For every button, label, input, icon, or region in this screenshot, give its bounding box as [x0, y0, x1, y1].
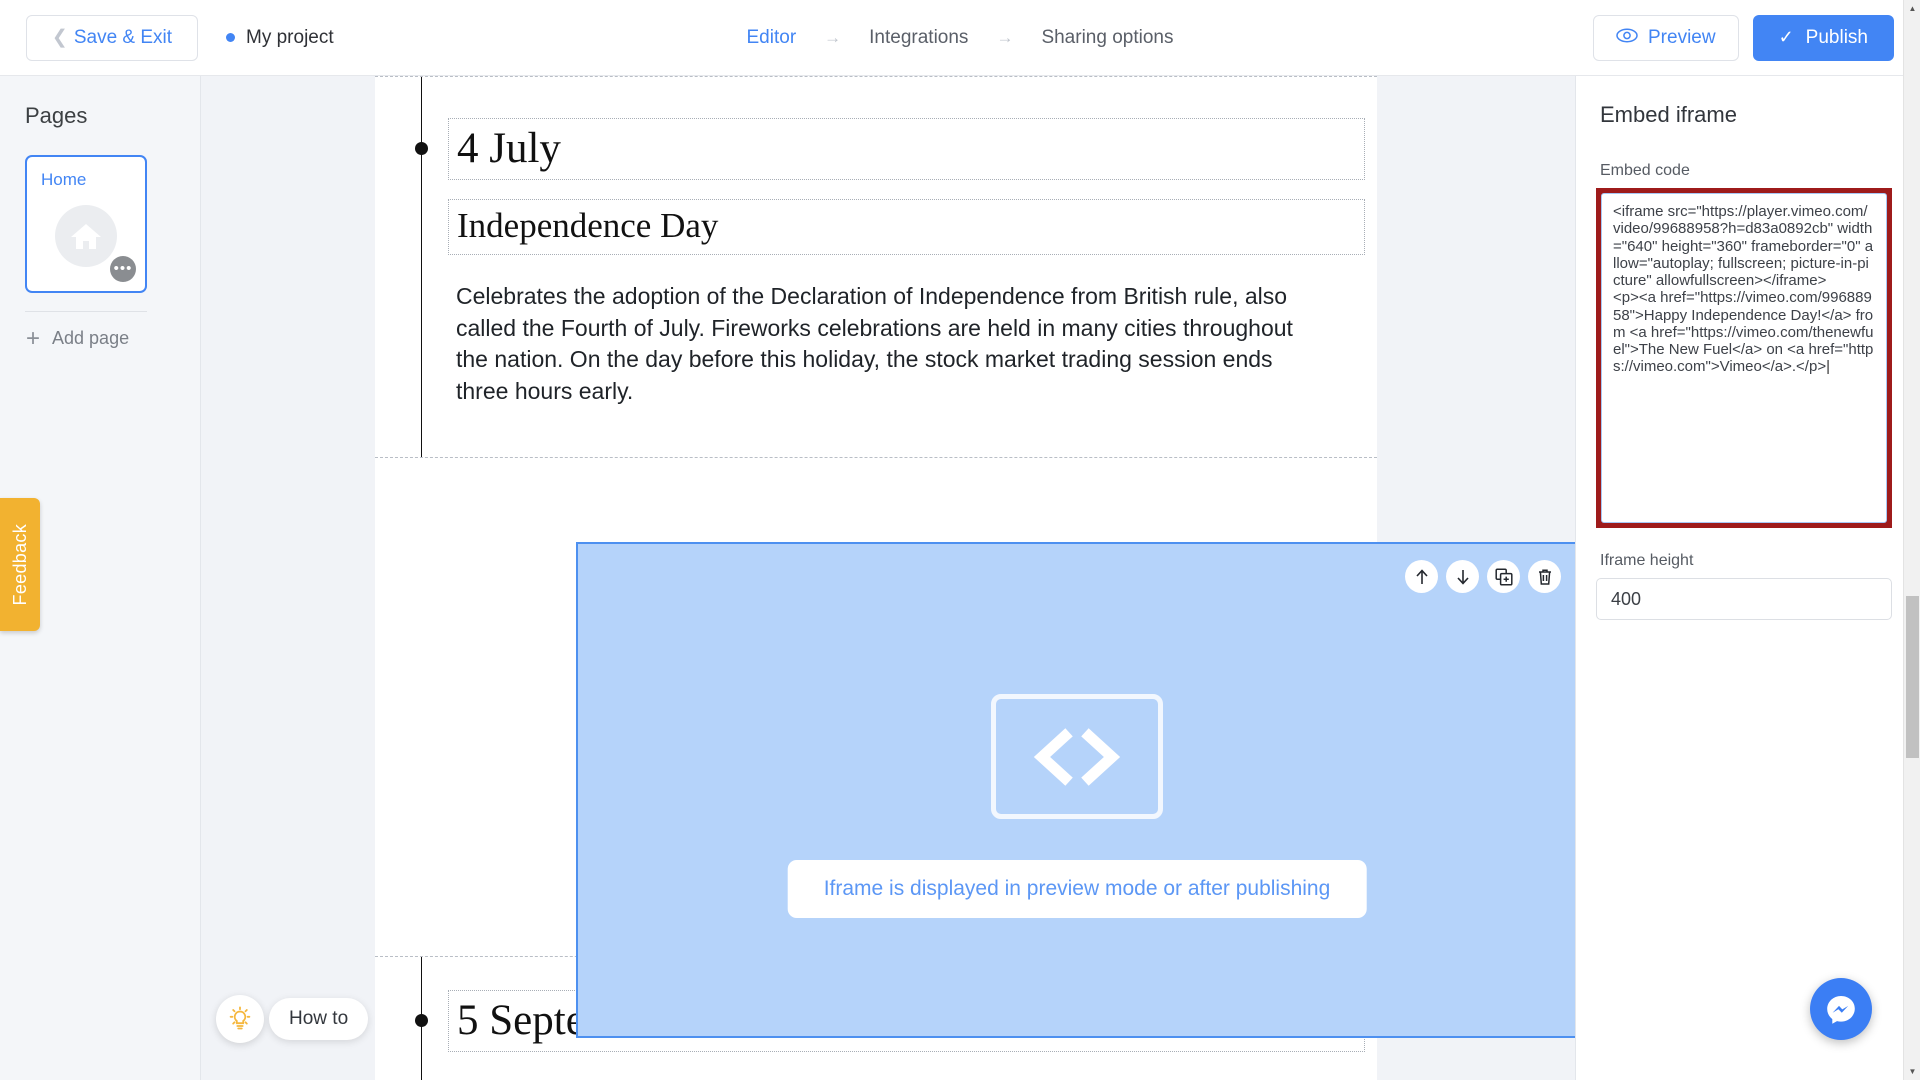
block-toolbar	[1405, 560, 1561, 593]
status-dot-icon	[226, 33, 235, 42]
sidebar-divider	[25, 311, 147, 312]
duplicate-button[interactable]	[1487, 560, 1520, 593]
add-page-label: Add page	[52, 328, 130, 348]
iframe-embed-block[interactable]: Iframe is displayed in preview mode or a…	[576, 542, 1575, 1038]
breadcrumb-item-editor[interactable]: Editor	[747, 27, 797, 49]
breadcrumb-item-integrations[interactable]: Integrations	[869, 27, 968, 49]
move-up-button[interactable]	[1405, 560, 1438, 593]
feedback-tab[interactable]: Feedback	[0, 498, 40, 631]
arrow-right-icon: →	[996, 27, 1014, 47]
arrow-right-icon: →	[824, 27, 842, 47]
check-icon: ✓	[1778, 27, 1794, 47]
publish-label: Publish	[1805, 26, 1868, 48]
home-icon	[55, 205, 117, 267]
timeline-line	[421, 77, 422, 457]
content-block-july[interactable]: 4 July Independence Day Celebrates the a…	[375, 76, 1377, 458]
title-heading-zone[interactable]: Independence Day	[448, 199, 1365, 255]
scrollbar-thumb[interactable]	[1906, 596, 1919, 758]
editor-canvas: 4 July Independence Day Celebrates the a…	[201, 76, 1575, 1080]
messenger-icon	[1827, 996, 1855, 1024]
save-and-exit-button[interactable]: ❮ Save & Exit	[26, 14, 198, 61]
date-heading-zone[interactable]: 4 July	[448, 118, 1365, 180]
embed-code-textarea[interactable]: <iframe src="https://player.vimeo.com/vi…	[1601, 193, 1887, 523]
publish-button[interactable]: ✓ Publish	[1752, 14, 1894, 61]
panel-title: Embed iframe	[1600, 102, 1737, 127]
feedback-label: Feedback	[9, 523, 30, 606]
sidebar-item-home[interactable]: Home •••	[25, 155, 147, 293]
timeline-bullet	[415, 1014, 428, 1027]
page-options-button[interactable]: •••	[110, 256, 136, 282]
move-down-button[interactable]	[1446, 560, 1479, 593]
preview-label: Preview	[1648, 26, 1716, 48]
embed-code-label: Embed code	[1600, 162, 1690, 179]
project-indicator: My project	[226, 27, 334, 49]
embed-code-highlight: <iframe src="https://player.vimeo.com/vi…	[1596, 188, 1892, 528]
chevron-left-icon: ❮	[51, 27, 68, 48]
save-and-exit-label: Save & Exit	[73, 26, 173, 48]
iframe-height-label: Iframe height	[1600, 552, 1694, 569]
messenger-button[interactable]	[1810, 978, 1872, 1040]
block-body-zone[interactable]: Celebrates the adoption of the Declarati…	[448, 279, 1337, 407]
eye-icon	[1616, 27, 1638, 49]
sidebar-title: Pages	[25, 103, 88, 128]
how-to-button[interactable]: How to	[216, 995, 369, 1043]
how-to-label: How to	[269, 998, 369, 1040]
block-title: Independence Day	[457, 206, 719, 245]
block-body: Celebrates the adoption of the Declarati…	[456, 283, 1293, 404]
delete-button[interactable]	[1528, 560, 1561, 593]
embed-iframe-panel: Embed iframe Embed code <iframe src="htt…	[1575, 76, 1903, 1080]
app-root: ❮ Save & Exit My project Editor → Integr…	[0, 0, 1920, 1080]
plus-icon: +	[26, 324, 41, 352]
iframe-height-input[interactable]: 400	[1596, 578, 1892, 620]
breadcrumb-item-sharing-options[interactable]: Sharing options	[1041, 27, 1173, 49]
add-page-button[interactable]: + Add page	[26, 324, 200, 352]
top-actions: Preview ✓ Publish	[1593, 14, 1894, 61]
code-brackets-icon	[991, 694, 1163, 819]
project-name: My project	[246, 26, 334, 48]
vertical-scrollbar[interactable]: ▲ ▼	[1903, 0, 1920, 1080]
scroll-down-arrow-icon[interactable]: ▼	[1904, 1063, 1920, 1080]
breadcrumb: Editor → Integrations → Sharing options	[747, 27, 1174, 49]
lightbulb-icon	[216, 995, 264, 1043]
preview-button[interactable]: Preview	[1593, 14, 1739, 61]
block-date: 4 July	[457, 125, 561, 172]
page-card-label: Home	[41, 170, 87, 189]
scroll-up-arrow-icon[interactable]: ▲	[1904, 0, 1920, 17]
iframe-placeholder-message: Iframe is displayed in preview mode or a…	[787, 860, 1367, 918]
top-toolbar: ❮ Save & Exit My project Editor → Integr…	[0, 0, 1920, 76]
timeline-bullet	[415, 142, 428, 155]
